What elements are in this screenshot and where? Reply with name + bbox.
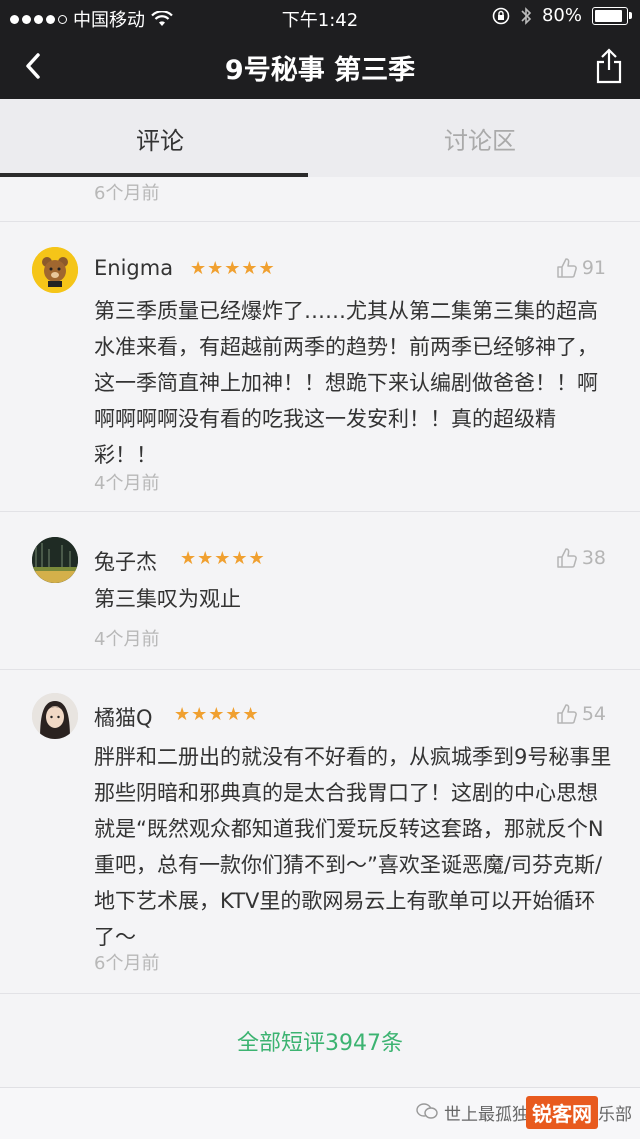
- review-text: 第三季质量已经爆炸了……尤其从第二集第三集的超高水准来看，有超越前两季的趋势！前…: [94, 299, 598, 467]
- all-reviews-link[interactable]: 全部短评3947条: [0, 1025, 640, 1057]
- review-time: 4个月前: [94, 629, 160, 650]
- divider: [0, 993, 640, 994]
- thumbs-up-icon: [557, 704, 577, 724]
- battery-icon: [592, 6, 632, 25]
- girl-avatar-icon: [32, 693, 78, 739]
- status-right: 80%: [492, 5, 632, 26]
- status-bar: 中国移动 下午1:42 80%: [0, 0, 640, 34]
- like-button[interactable]: 91: [556, 257, 606, 279]
- star-rating: ★★★★★: [180, 548, 266, 569]
- review-text: 第三集叹为观止: [94, 587, 241, 611]
- star-rating: ★★★★★: [190, 258, 276, 279]
- review-time: 6个月前: [94, 953, 160, 974]
- like-count: 38: [581, 547, 606, 569]
- like-count: 91: [581, 257, 606, 279]
- avatar[interactable]: [32, 693, 78, 739]
- review-time: 4个月前: [94, 473, 160, 494]
- wechat-icon: [416, 1103, 438, 1119]
- tab-discussion[interactable]: 讨论区: [320, 121, 640, 156]
- like-button[interactable]: 54: [556, 703, 606, 725]
- thumbs-up-icon: [557, 258, 577, 278]
- divider: [0, 669, 640, 670]
- battery-percent: 80%: [541, 5, 582, 26]
- review-time: 6个月前: [94, 183, 160, 204]
- username[interactable]: 橘猫Q: [94, 702, 153, 732]
- tab-bar: 评论 讨论区: [0, 99, 640, 177]
- like-button[interactable]: 38: [556, 547, 606, 569]
- thumbs-up-icon: [557, 548, 577, 568]
- tab-comments[interactable]: 评论: [0, 121, 320, 156]
- bear-avatar-icon: [32, 247, 78, 293]
- review-list[interactable]: 6个月前 Enigma ★★★★★ 91 第三季质量已经爆炸了……尤其从第二集第…: [0, 177, 640, 1087]
- username[interactable]: Enigma: [94, 256, 173, 280]
- avatar[interactable]: [32, 247, 78, 293]
- watermark-logo: 锐客网: [526, 1096, 598, 1129]
- share-icon[interactable]: [592, 46, 626, 86]
- watermark-text: 世上最孤独: [444, 1105, 529, 1125]
- like-count: 54: [581, 703, 606, 725]
- avatar[interactable]: [32, 537, 78, 583]
- divider: [0, 511, 640, 512]
- watermark-suffix: 乐部: [598, 1105, 632, 1125]
- forest-avatar-icon: [32, 537, 78, 583]
- orientation-lock-icon: [492, 7, 510, 24]
- username[interactable]: 兔子杰: [94, 546, 157, 576]
- page-title: 9号秘事 第三季: [224, 55, 416, 86]
- bottom-bar: 世上最孤独 锐客网 乐部: [0, 1087, 640, 1139]
- bluetooth-icon: [521, 6, 532, 25]
- star-rating: ★★★★★: [174, 704, 260, 725]
- divider: [0, 221, 640, 222]
- review-text: 胖胖和二册出的就没有不好看的，从疯城季到9号秘事里那些阴暗和邪典真的是太合我胃口…: [94, 745, 612, 949]
- nav-bar: 9号秘事 第三季: [0, 34, 640, 99]
